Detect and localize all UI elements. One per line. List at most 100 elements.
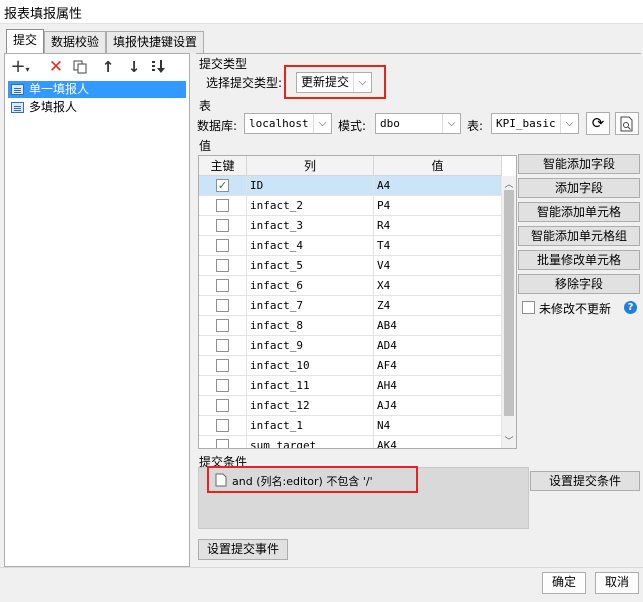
primary-key-checkbox[interactable] <box>216 439 229 448</box>
column-cell[interactable]: ID <box>247 176 374 196</box>
value-cell[interactable]: AJ4 <box>374 396 502 416</box>
column-cell[interactable]: sum_target <box>247 436 374 448</box>
value-cell[interactable]: P4 <box>374 196 502 216</box>
value-cell[interactable]: R4 <box>374 216 502 236</box>
table-row[interactable]: infact_6 X4 <box>199 276 502 296</box>
window-title: 报表填报属性 <box>4 7 83 22</box>
value-cell[interactable]: Z4 <box>374 296 502 316</box>
table-scrollbar[interactable]: ︿ ﹀ <box>501 176 516 448</box>
help-icon[interactable]: ? <box>624 301 637 314</box>
primary-key-checkbox[interactable] <box>216 219 229 232</box>
column-cell[interactable]: infact_8 <box>247 316 374 336</box>
value-cell[interactable]: AB4 <box>374 316 502 336</box>
scroll-up-icon[interactable]: ︿ <box>502 177 516 190</box>
primary-key-checkbox[interactable]: ✓ <box>216 179 229 192</box>
scroll-down-icon[interactable]: ﹀ <box>502 434 516 447</box>
tree-item-multi-reporter[interactable]: 多填报人 <box>8 99 186 116</box>
value-cell[interactable]: X4 <box>374 276 502 296</box>
tab-shortcut-settings[interactable]: 填报快捷键设置 <box>106 31 204 53</box>
table-row[interactable]: sum_target AK4 <box>199 436 502 448</box>
value-cell[interactable]: AF4 <box>374 356 502 376</box>
column-cell[interactable]: infact_11 <box>247 376 374 396</box>
move-up-icon[interactable]: ↑ <box>97 57 119 77</box>
table-row[interactable]: infact_7 Z4 <box>199 296 502 316</box>
column-header-key[interactable]: 主键 <box>199 156 247 176</box>
copy-icon[interactable] <box>69 57 91 77</box>
chevron-down-icon: ⌵ <box>560 114 578 133</box>
refresh-button[interactable]: ⟳ <box>586 112 610 135</box>
table-row[interactable]: infact_1 N4 <box>199 416 502 436</box>
primary-key-checkbox[interactable] <box>216 319 229 332</box>
table-row[interactable]: infact_3 R4 <box>199 216 502 236</box>
table-row[interactable]: infact_10 AF4 <box>199 356 502 376</box>
table-row[interactable]: infact_9 AD4 <box>199 336 502 356</box>
remove-field-button[interactable]: 移除字段 <box>518 274 640 294</box>
value-cell[interactable]: AD4 <box>374 336 502 356</box>
value-cell[interactable]: AH4 <box>374 376 502 396</box>
cancel-button[interactable]: 取消 <box>595 572 639 594</box>
table-row[interactable]: infact_8 AB4 <box>199 316 502 336</box>
schema-select[interactable]: dbo ⌵ <box>375 113 461 134</box>
column-header-column[interactable]: 列 <box>247 156 374 176</box>
column-cell[interactable]: infact_6 <box>247 276 374 296</box>
delete-icon[interactable]: ✕ <box>45 57 67 77</box>
smart-add-cell-group-button[interactable]: 智能添加单元格组 <box>518 226 640 246</box>
no-update-checkbox[interactable] <box>522 301 535 314</box>
column-cell[interactable]: infact_4 <box>247 236 374 256</box>
table-row[interactable]: infact_4 T4 <box>199 236 502 256</box>
column-cell[interactable]: infact_10 <box>247 356 374 376</box>
column-header-value[interactable]: 值 <box>374 156 502 176</box>
key-cell <box>199 256 247 276</box>
condition-item[interactable]: and (列名:editor) 不包含 '/' <box>215 472 415 488</box>
smart-add-field-button[interactable]: 智能添加字段 <box>518 154 640 174</box>
column-cell[interactable]: infact_7 <box>247 296 374 316</box>
submit-type-select[interactable]: 更新提交 ⌵ <box>296 72 372 93</box>
key-cell <box>199 296 247 316</box>
primary-key-checkbox[interactable] <box>216 299 229 312</box>
primary-key-checkbox[interactable] <box>216 399 229 412</box>
scrollbar-thumb[interactable] <box>504 190 514 416</box>
column-cell[interactable]: infact_12 <box>247 396 374 416</box>
ok-button[interactable]: 确定 <box>542 572 586 594</box>
value-cell[interactable]: V4 <box>374 256 502 276</box>
value-cell[interactable]: AK4 <box>374 436 502 448</box>
column-cell[interactable]: infact_5 <box>247 256 374 276</box>
move-down-icon[interactable]: ↓ <box>123 57 145 77</box>
column-cell[interactable]: infact_1 <box>247 416 374 436</box>
primary-key-checkbox[interactable] <box>216 359 229 372</box>
add-field-button[interactable]: 添加字段 <box>518 178 640 198</box>
tab-submit[interactable]: 提交 <box>6 29 44 54</box>
value-cell[interactable]: A4 <box>374 176 502 196</box>
table-row[interactable]: ✓ ID A4 <box>199 176 502 196</box>
value-cell[interactable]: N4 <box>374 416 502 436</box>
batch-edit-cell-button[interactable]: 批量修改单元格 <box>518 250 640 270</box>
preview-table-button[interactable] <box>615 112 639 135</box>
smart-add-cell-button[interactable]: 智能添加单元格 <box>518 202 640 222</box>
column-cell[interactable]: infact_9 <box>247 336 374 356</box>
table-row[interactable]: infact_11 AH4 <box>199 376 502 396</box>
primary-key-checkbox[interactable] <box>216 239 229 252</box>
table-select[interactable]: KPI_basic ⌵ <box>491 113 579 134</box>
set-submit-event-button[interactable]: 设置提交事件 <box>198 539 288 560</box>
column-cell[interactable]: infact_3 <box>247 216 374 236</box>
panel-splitter[interactable] <box>190 53 196 567</box>
column-cell[interactable]: infact_2 <box>247 196 374 216</box>
table-row[interactable]: infact_12 AJ4 <box>199 396 502 416</box>
primary-key-checkbox[interactable] <box>216 199 229 212</box>
sort-icon[interactable] <box>148 57 170 77</box>
table-row[interactable]: infact_2 P4 <box>199 196 502 216</box>
tree-item-single-reporter[interactable]: 单一填报人 <box>8 81 186 98</box>
value-cell[interactable]: T4 <box>374 236 502 256</box>
primary-key-checkbox[interactable] <box>216 419 229 432</box>
tab-data-validation[interactable]: 数据校验 <box>44 31 106 53</box>
primary-key-checkbox[interactable] <box>216 379 229 392</box>
primary-key-checkbox[interactable] <box>216 259 229 272</box>
primary-key-checkbox[interactable] <box>216 339 229 352</box>
table-section-title: 表 <box>199 99 212 113</box>
add-dropdown-icon[interactable]: +▾ <box>9 57 31 77</box>
key-cell <box>199 436 247 448</box>
set-condition-button[interactable]: 设置提交条件 <box>530 471 640 491</box>
primary-key-checkbox[interactable] <box>216 279 229 292</box>
table-row[interactable]: infact_5 V4 <box>199 256 502 276</box>
database-select[interactable]: localhost ⌵ <box>244 113 332 134</box>
